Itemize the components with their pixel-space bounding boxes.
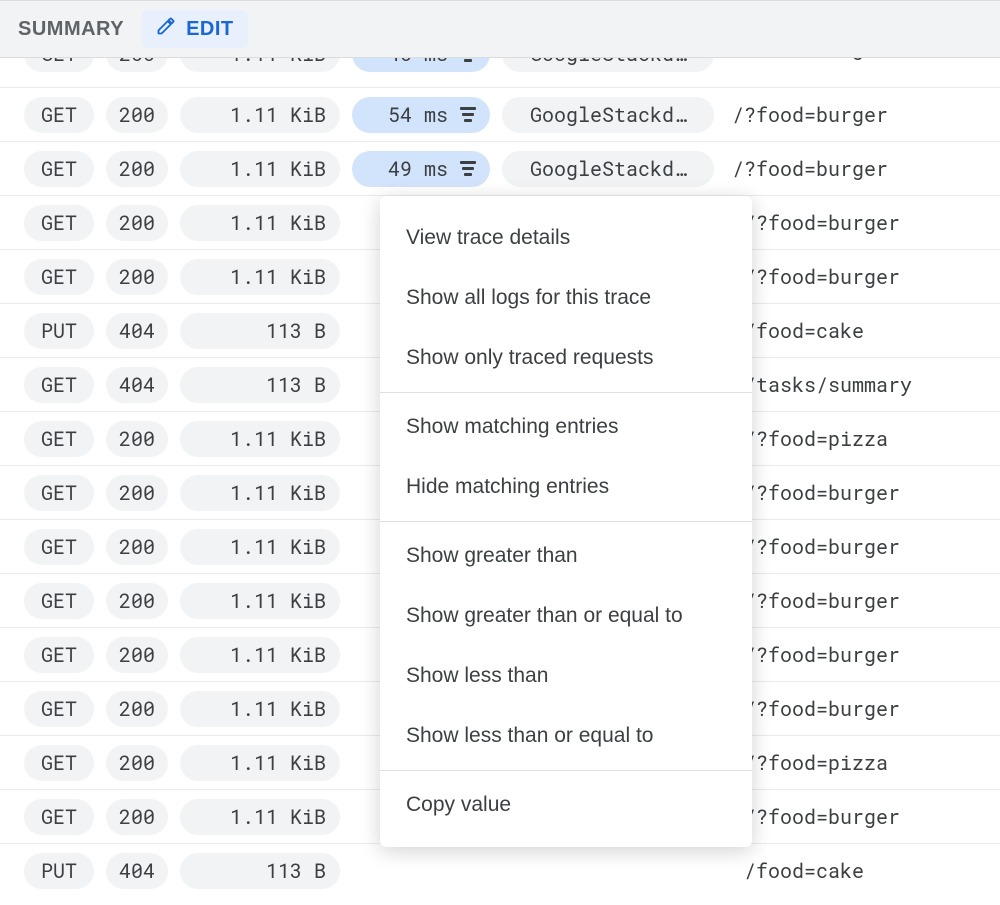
- menu-item[interactable]: Show less than: [380, 646, 752, 706]
- method-pill: GET: [24, 97, 94, 133]
- method-pill: GET: [24, 583, 94, 619]
- status-pill: 404: [106, 367, 168, 403]
- path-cell: /?food=burger: [738, 588, 992, 614]
- method-pill: GET: [24, 475, 94, 511]
- edit-label: EDIT: [186, 18, 234, 41]
- method-pill: GET: [24, 58, 94, 72]
- status-pill: 404: [106, 313, 168, 349]
- size-pill: 1.11 KiB: [180, 421, 340, 457]
- path-cell: /?food=burger: [738, 264, 992, 290]
- size-pill: 1.11 KiB: [180, 205, 340, 241]
- size-pill: 113 B: [180, 313, 340, 349]
- path-cell: /?food=pizza: [738, 750, 992, 776]
- path-cell: /?food=burger: [726, 58, 992, 62]
- path-cell: /?food=pizza: [738, 426, 992, 452]
- menu-divider: [380, 392, 752, 393]
- menu-item[interactable]: Copy value: [380, 775, 752, 835]
- menu-item[interactable]: Hide matching entries: [380, 457, 752, 517]
- path-cell: /?food=burger: [738, 696, 992, 722]
- status-pill: 200: [106, 745, 168, 781]
- size-pill: 113 B: [180, 367, 340, 403]
- menu-divider: [380, 770, 752, 771]
- latency-pill[interactable]: 40 ms: [352, 58, 490, 72]
- filter-icon: [460, 161, 476, 176]
- size-pill: 1.11 KiB: [180, 583, 340, 619]
- latency-pill[interactable]: 49 ms: [352, 151, 490, 187]
- size-pill: 1.11 KiB: [180, 529, 340, 565]
- method-pill: GET: [24, 637, 94, 673]
- filter-icon: [460, 107, 476, 122]
- status-pill: 200: [106, 58, 168, 72]
- menu-item[interactable]: Show all logs for this trace: [380, 268, 752, 328]
- status-pill: 200: [106, 421, 168, 457]
- edit-button[interactable]: EDIT: [142, 10, 248, 48]
- size-pill: 1.11 KiB: [180, 745, 340, 781]
- log-row[interactable]: GET 200 1.11 KiB 54 ms GoogleStackd… /?food=b…: [0, 88, 1000, 142]
- status-pill: 200: [106, 799, 168, 835]
- path-cell: /food=cake: [738, 318, 992, 344]
- method-pill: GET: [24, 529, 94, 565]
- method-pill: GET: [24, 151, 94, 187]
- log-row[interactable]: GET 200 1.11 KiB 49 ms GoogleStackd… /?food=b…: [0, 142, 1000, 196]
- size-pill: 1.11 KiB: [180, 259, 340, 295]
- source-pill: GoogleStackd…: [502, 151, 714, 187]
- size-pill: 1.11 KiB: [180, 637, 340, 673]
- method-pill: GET: [24, 745, 94, 781]
- log-row[interactable]: GET 200 1.11 KiB 40 ms GoogleStackd… /?food=b…: [0, 58, 1000, 88]
- method-pill: PUT: [24, 313, 94, 349]
- menu-divider: [380, 521, 752, 522]
- path-cell: /food=cake: [738, 858, 992, 884]
- size-pill: 1.11 KiB: [180, 691, 340, 727]
- menu-item[interactable]: View trace details: [380, 208, 752, 268]
- menu-item[interactable]: Show greater than: [380, 526, 752, 586]
- pencil-icon: [156, 16, 176, 42]
- method-pill: GET: [24, 367, 94, 403]
- status-pill: 404: [106, 853, 168, 889]
- latency-pill[interactable]: 54 ms: [352, 97, 490, 133]
- size-pill: 1.11 KiB: [180, 799, 340, 835]
- filter-icon: [460, 58, 476, 62]
- source-pill: GoogleStackd…: [502, 97, 714, 133]
- path-cell: /?food=burger: [738, 534, 992, 560]
- status-pill: 200: [106, 529, 168, 565]
- toolbar: SUMMARY EDIT: [0, 0, 1000, 58]
- size-pill: 1.11 KiB: [180, 97, 340, 133]
- menu-item[interactable]: Show less than or equal to: [380, 706, 752, 766]
- method-pill: GET: [24, 259, 94, 295]
- summary-button[interactable]: SUMMARY: [18, 18, 124, 41]
- source-pill: GoogleStackd…: [502, 58, 714, 72]
- path-cell: /?food=burger: [738, 804, 992, 830]
- menu-item[interactable]: Show matching entries: [380, 397, 752, 457]
- status-pill: 200: [106, 259, 168, 295]
- status-pill: 200: [106, 151, 168, 187]
- path-cell: /tasks/summary: [738, 372, 992, 398]
- status-pill: 200: [106, 691, 168, 727]
- path-cell: /?food=burger: [738, 210, 992, 236]
- size-pill: 1.11 KiB: [180, 475, 340, 511]
- menu-item[interactable]: Show greater than or equal to: [380, 586, 752, 646]
- path-cell: /?food=burger: [726, 156, 992, 182]
- size-pill: 113 B: [180, 853, 340, 889]
- status-pill: 200: [106, 475, 168, 511]
- status-pill: 200: [106, 637, 168, 673]
- method-pill: GET: [24, 205, 94, 241]
- status-pill: 200: [106, 205, 168, 241]
- status-pill: 200: [106, 97, 168, 133]
- method-pill: PUT: [24, 853, 94, 889]
- size-pill: 1.11 KiB: [180, 58, 340, 72]
- status-pill: 200: [106, 583, 168, 619]
- menu-item[interactable]: Show only traced requests: [380, 328, 752, 388]
- path-cell: /?food=burger: [726, 102, 992, 128]
- method-pill: GET: [24, 799, 94, 835]
- path-cell: /?food=burger: [738, 642, 992, 668]
- context-menu: View trace detailsShow all logs for this…: [380, 196, 752, 847]
- method-pill: GET: [24, 691, 94, 727]
- size-pill: 1.11 KiB: [180, 151, 340, 187]
- method-pill: GET: [24, 421, 94, 457]
- path-cell: /?food=burger: [738, 480, 992, 506]
- log-row[interactable]: PUT 404 113 B/food=cake: [0, 844, 1000, 898]
